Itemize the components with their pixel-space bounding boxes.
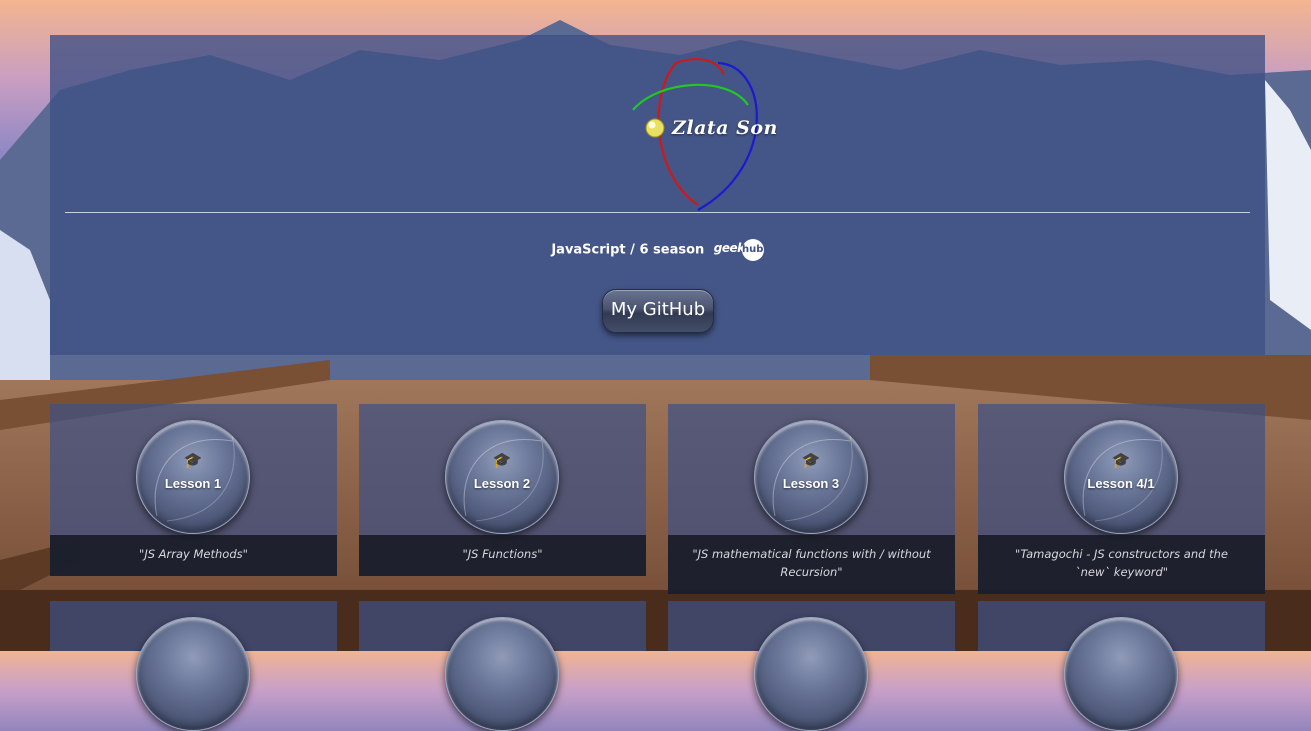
header-panel: Zlata Son JavaScript / 6 season geekhub … (50, 35, 1265, 355)
lesson-description: "JS Functions" (359, 535, 646, 576)
divider (65, 212, 1250, 213)
lesson-label: Lesson 1 (164, 476, 222, 491)
lesson-description: "JS mathematical functions with / withou… (668, 535, 955, 594)
lesson-5-button[interactable] (136, 617, 250, 731)
lesson-card-6 (359, 601, 646, 731)
lesson-1-button[interactable]: 🎓 Lesson 1 (136, 420, 250, 534)
lesson-label: Lesson 3 (782, 476, 840, 491)
geekhub-text: geek (713, 241, 745, 255)
graduation-cap-icon: 🎓 (183, 452, 203, 469)
lesson-card-2: 🎓 Lesson 2 "JS Functions" (359, 404, 646, 576)
subtitle-text: JavaScript / 6 season (551, 242, 705, 258)
lesson-6-button[interactable] (445, 617, 559, 731)
github-button[interactable]: My GitHub (602, 289, 714, 333)
lesson-card-7 (668, 601, 955, 731)
lesson-2-button[interactable]: 🎓 Lesson 2 (445, 420, 559, 534)
logo: Zlata Son (628, 55, 778, 220)
graduation-cap-icon: 🎓 (1111, 452, 1131, 469)
lesson-4-button[interactable]: 🎓 Lesson 4/1 (1064, 420, 1178, 534)
logo-text: Zlata Son (672, 117, 778, 139)
course-subtitle: JavaScript / 6 season geekhub (50, 239, 1265, 261)
lesson-description: "JS Array Methods" (50, 535, 337, 576)
geekhub-circle: hub (741, 239, 764, 261)
lesson-card-4: 🎓 Lesson 4/1 "Tamagochi - JS constructor… (978, 404, 1265, 594)
graduation-cap-icon: 🎓 (492, 452, 512, 469)
geekhub-logo[interactable]: geekhub (714, 239, 764, 261)
graduation-cap-icon: 🎓 (801, 452, 821, 469)
lesson-description: "Tamagochi - JS constructors and the `ne… (978, 535, 1265, 594)
lesson-label: Lesson 4/1 (1087, 476, 1155, 491)
lesson-card-1: 🎓 Lesson 1 "JS Array Methods" (50, 404, 337, 576)
lesson-card-3: 🎓 Lesson 3 "JS mathematical functions wi… (668, 404, 955, 594)
lesson-7-button[interactable] (754, 617, 868, 731)
lesson-8-button[interactable] (1064, 617, 1178, 731)
lesson-card-5 (50, 601, 337, 731)
lesson-label: Lesson 2 (473, 476, 531, 491)
lesson-card-8 (978, 601, 1265, 731)
lesson-3-button[interactable]: 🎓 Lesson 3 (754, 420, 868, 534)
